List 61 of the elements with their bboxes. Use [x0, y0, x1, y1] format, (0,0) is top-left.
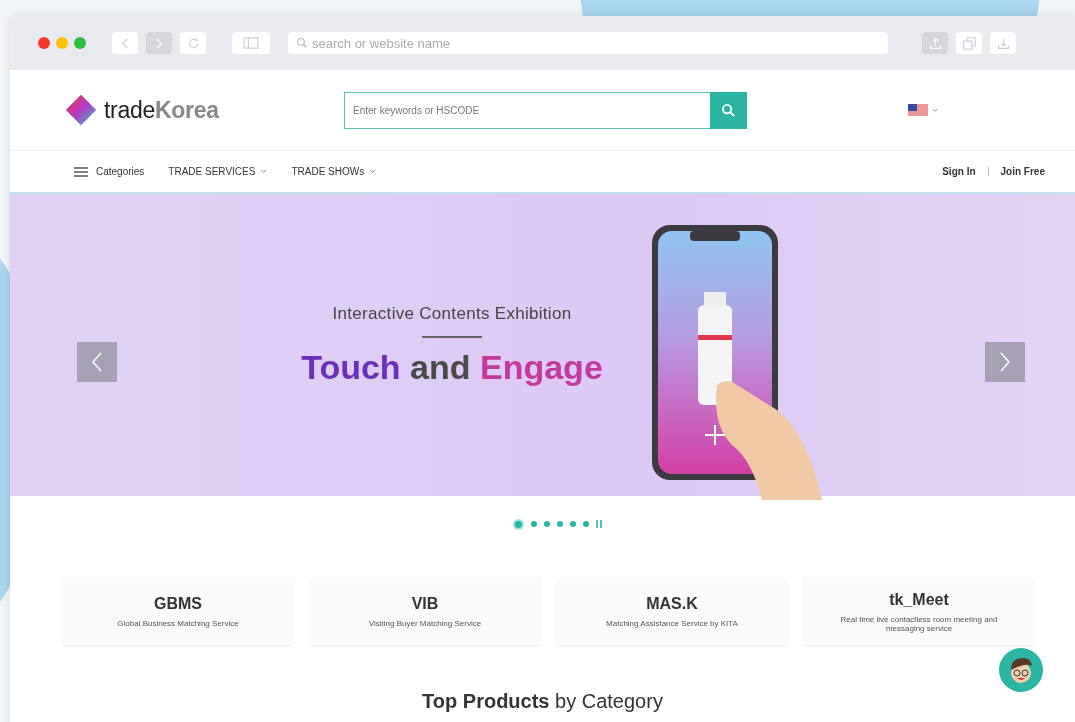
categories-menu[interactable]: Categories [74, 166, 145, 177]
chevron-left-icon [91, 351, 103, 373]
chat-avatar-button[interactable] [999, 648, 1043, 692]
service-description: Matching Assistance Service by KITA [605, 619, 739, 628]
download-icon [996, 36, 1010, 50]
service-description: Visiting Buyer Matching Service [367, 619, 483, 628]
chevron-right-icon [999, 351, 1011, 373]
minimize-icon[interactable] [56, 37, 68, 49]
tabs-icon [962, 36, 976, 50]
caret-icon [932, 107, 938, 113]
section-heading: Top Products by Category [422, 690, 663, 712]
carousel-dot[interactable] [513, 518, 524, 530]
categories-label: Categories [96, 166, 145, 177]
reload-button[interactable] [180, 32, 206, 54]
menu-icon [74, 166, 88, 177]
tabs-button[interactable] [956, 32, 982, 54]
logo-text[interactable]: tradeKorea [104, 96, 219, 124]
carousel-dot[interactable] [570, 521, 576, 527]
sidebar-icon [243, 37, 259, 49]
search-icon [721, 102, 736, 118]
forward-icon [155, 36, 163, 50]
share-icon [928, 36, 942, 50]
carousel-dot[interactable] [583, 521, 589, 527]
carousel-dot[interactable] [531, 521, 537, 527]
reload-icon [186, 36, 200, 50]
banner-subtitle: Interactive Contents Exhibition [332, 303, 572, 324]
service-title: GBMS [154, 595, 202, 613]
service-card[interactable]: GBMS Global Business Matching Service [63, 578, 293, 645]
service-title: tk_Meet [889, 590, 949, 609]
search-icon [296, 37, 308, 49]
carousel-dot[interactable] [557, 521, 563, 527]
service-title: VIB [411, 595, 439, 613]
service-card[interactable]: MAS.K Matching Assistance Service by KITA [557, 578, 787, 645]
search-field[interactable]: Enter keywords or HSCODE [344, 91, 710, 129]
back-button[interactable] [112, 32, 138, 54]
headline-word: Touch [301, 347, 401, 386]
auth-link[interactable]: Sign In [942, 166, 976, 177]
download-button[interactable] [990, 32, 1016, 54]
pause-icon[interactable] [596, 520, 602, 528]
address-bar[interactable]: search or website name [288, 32, 888, 54]
service-card[interactable]: VIB Visiting Buyer Matching Service [310, 578, 540, 645]
back-icon [121, 36, 129, 50]
headline-word: and [410, 347, 471, 386]
service-card[interactable]: tk_Meet Real time live contactless room meeting and messaging service [804, 578, 1034, 645]
previous-slide-button[interactable] [77, 342, 117, 382]
headline-word: Engage [480, 347, 603, 386]
sidebar-button[interactable] [232, 32, 270, 54]
maximize-icon[interactable] [74, 37, 86, 49]
flag-icon [908, 103, 928, 117]
close-icon[interactable] [38, 37, 50, 49]
service-description: Real time live contactless room meeting and messaging service [839, 614, 999, 633]
auth-link[interactable]: Join Free [1000, 166, 1045, 177]
next-slide-button[interactable] [985, 342, 1025, 382]
service-description: Global Business Matching Service [116, 619, 240, 628]
search-button[interactable] [710, 91, 747, 129]
forward-button[interactable] [146, 32, 172, 54]
caret-icon [260, 169, 268, 174]
carousel-dot[interactable] [544, 521, 550, 527]
service-title: MAS.K [646, 595, 698, 613]
caret-icon [369, 169, 377, 174]
share-button[interactable] [922, 32, 948, 54]
